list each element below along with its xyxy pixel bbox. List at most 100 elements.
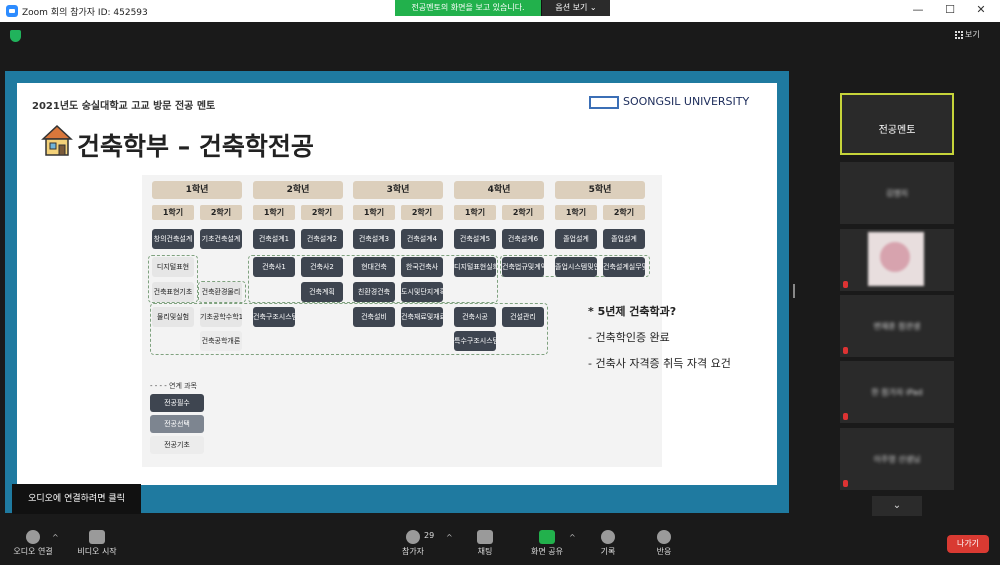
year-1: 1학년 [152, 181, 242, 199]
participant-name: 김명지 [885, 189, 909, 198]
participant-tile[interactable]: 김명지 [840, 162, 954, 224]
course-block: 도시및단지계획 [401, 282, 443, 302]
participant-tile[interactable]: 한 참가자 iPad [840, 361, 954, 423]
course-block: 건축설계실무및경영 [603, 257, 645, 277]
share-label: 화면 공유 [531, 547, 563, 556]
video-off-icon [89, 530, 105, 544]
window-title: Zoom 회의 참가자 ID: 452593 [22, 8, 148, 18]
course-block: 건축재료및재료 [401, 307, 443, 327]
course-block: 친환경건축 [353, 282, 395, 302]
mic-muted-icon [843, 347, 848, 354]
participant-video [868, 232, 924, 286]
university-name: SOONGSIL UNIVERSITY [623, 95, 750, 108]
participants-label: 참가자 [401, 547, 425, 556]
legend-elective: 전공선택 [150, 415, 204, 433]
participant-tile[interactable] [840, 229, 954, 291]
note-item: - 건축학인증 완료 [588, 331, 670, 344]
semester: 1학기 [152, 205, 194, 220]
mic-muted-icon [843, 413, 848, 420]
legend-required: 전공필수 [150, 394, 204, 412]
course-block: 건축사2 [301, 257, 343, 277]
house-icon [41, 124, 73, 156]
semester: 2학기 [401, 205, 443, 220]
semester: 2학기 [301, 205, 343, 220]
grid-icon [955, 30, 963, 39]
audio-caret-icon[interactable]: ^ [52, 533, 59, 542]
course-block: 물리및실험 [152, 307, 194, 327]
course-block: 건축설계2 [301, 229, 343, 249]
video-label: 비디오 시작 [77, 547, 117, 556]
reactions-button[interactable]: 반응 [639, 530, 689, 557]
slide: 2021년도 숭실대학교 고교 방문 전공 멘토 SOONGSIL UNIVER… [17, 83, 777, 485]
smiley-icon [657, 530, 671, 544]
course-block: 건축법규및계약 [502, 257, 544, 277]
record-icon [601, 530, 615, 544]
course-block: 현대건축 [353, 257, 395, 277]
shield-icon[interactable] [10, 30, 21, 42]
audio-button[interactable]: 오디오 연결 [8, 530, 58, 557]
semester: 2학기 [502, 205, 544, 220]
participant-tile-active[interactable]: 전공멘토 [840, 93, 954, 155]
slide-title: 건축학부 – 건축학전공 [77, 132, 314, 161]
course-block: 건축설계6 [502, 229, 544, 249]
participant-name: 전공멘토 [878, 125, 916, 136]
participant-tile[interactable]: 이주영 선생님 [840, 428, 954, 490]
course-block: 건축계획 [301, 282, 343, 302]
share-screen-button[interactable]: 화면 공유 [522, 530, 572, 557]
participants-count: 29 [424, 531, 435, 540]
participant-name: 이주영 선생님 [873, 455, 921, 464]
course-block: 건축설계4 [401, 229, 443, 249]
course-block: 한국건축사 [401, 257, 443, 277]
close-button[interactable]: ✕ [973, 3, 989, 16]
semester: 1학기 [253, 205, 295, 220]
semester: 2학기 [603, 205, 645, 220]
chat-icon [477, 530, 493, 544]
legend-caption: - - - - 연계 과목 [150, 382, 198, 390]
participant-name: 한 참가자 iPad [871, 388, 923, 397]
resize-handle[interactable] [793, 284, 795, 298]
semester: 2학기 [200, 205, 242, 220]
course-block: 기초공학수학1 [200, 307, 242, 327]
mic-muted-icon [843, 281, 848, 288]
participants-caret-icon[interactable]: ^ [446, 533, 453, 542]
scroll-down-button[interactable]: ⌄ [872, 496, 922, 516]
zoom-window: Zoom 회의 참가자 ID: 452593 — ☐ ✕ 전공멘토의 화면을 보… [0, 0, 1000, 565]
chat-button[interactable]: 채팅 [460, 530, 510, 557]
maximize-button[interactable]: ☐ [942, 3, 958, 16]
course-block: 특수구조시스템설계론 [454, 331, 496, 351]
course-block: 졸업시스템및안전 [555, 257, 597, 277]
leave-button[interactable]: 나가기 [947, 535, 989, 553]
view-button[interactable]: 보기 [955, 29, 980, 40]
course-block: 건축설비 [353, 307, 395, 327]
mic-muted-icon [843, 480, 848, 487]
course-block: 건축환경물리 [200, 282, 242, 302]
course-block: 졸업설계 [555, 229, 597, 249]
notes: * 5년제 건축학과? - 건축학인증 완료 - 건축사 자격증 취득 자격 요… [588, 303, 731, 381]
course-block: 건축설계5 [454, 229, 496, 249]
zoom-logo-icon [6, 5, 18, 17]
course-block: 건축설계1 [253, 229, 295, 249]
university-logo: SOONGSIL UNIVERSITY [589, 95, 749, 109]
course-block: 건축설계3 [353, 229, 395, 249]
view-options-button[interactable]: 옵션 보기 ⌄ [541, 0, 610, 16]
headphones-icon [26, 530, 40, 544]
share-caret-icon[interactable]: ^ [569, 533, 576, 542]
participant-tile[interactable]: 변재훈 참관생 [840, 295, 954, 357]
audio-tooltip: 오디오에 연결하려면 클릭 [12, 484, 141, 514]
share-banner: 전공멘토의 화면을 보고 있습니다. [395, 0, 541, 16]
slide-subtitle: 2021년도 숭실대학교 고교 방문 전공 멘토 [32, 101, 216, 112]
course-block: 건축표현기초 [152, 282, 194, 302]
course-block: 졸업설계 [603, 229, 645, 249]
year-2: 2학년 [253, 181, 343, 199]
video-button[interactable]: 비디오 시작 [72, 530, 122, 557]
semester: 1학기 [353, 205, 395, 220]
audio-label: 오디오 연결 [13, 547, 53, 556]
ssu-emblem-icon [589, 95, 619, 109]
semester: 1학기 [555, 205, 597, 220]
caption-strip [330, 556, 660, 565]
course-block: 건축시공 [454, 307, 496, 327]
record-label: 기록 [600, 547, 616, 556]
chat-label: 채팅 [477, 547, 493, 556]
record-button[interactable]: 기록 [583, 530, 633, 557]
minimize-button[interactable]: — [910, 3, 926, 16]
